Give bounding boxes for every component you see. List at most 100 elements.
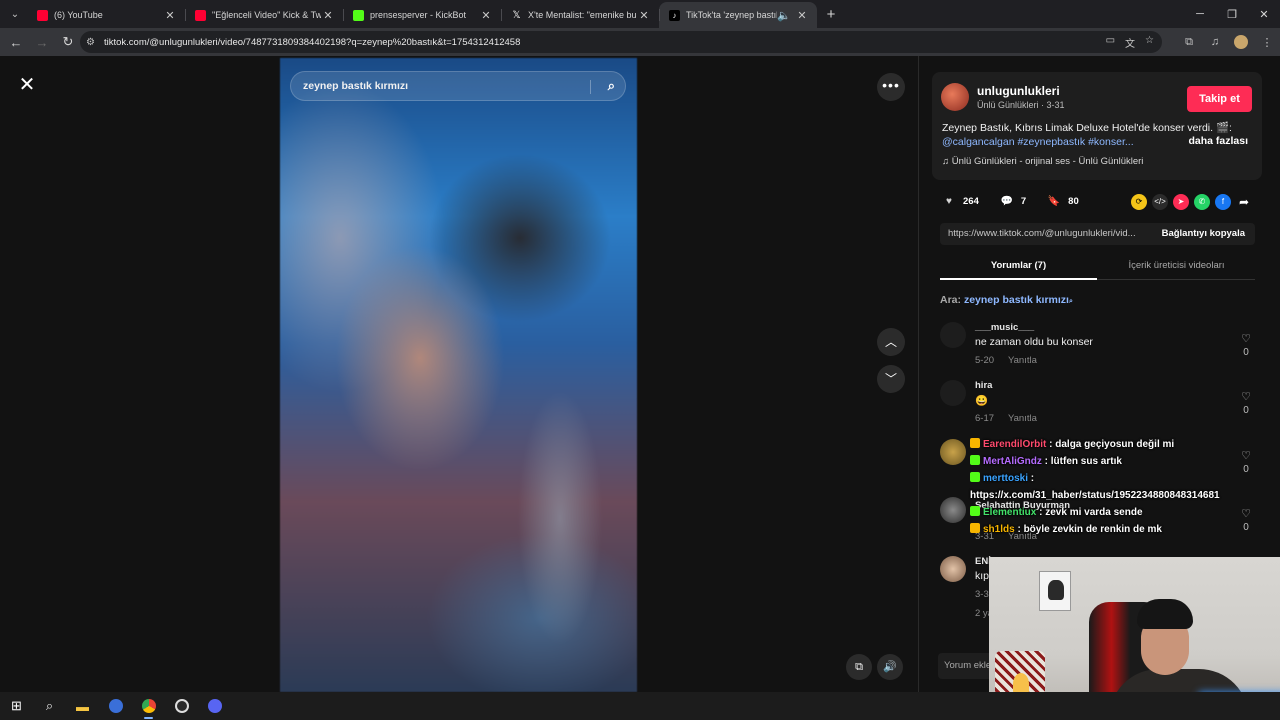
comment-text: kıp xyxy=(975,570,990,582)
kickbot-icon xyxy=(353,9,364,21)
extensions-icon[interactable]: ⧉ xyxy=(1176,28,1202,56)
author-card: unlugunlukleri Ünlü Günlükleri · 3-31 Ta… xyxy=(932,72,1262,180)
tab-creator-videos[interactable]: İçerik üreticisi videoları xyxy=(1098,260,1255,271)
close-tab-icon[interactable]: ✕ xyxy=(479,9,493,22)
streamer xyxy=(1109,599,1249,720)
comment-like[interactable]: ♡ 0 xyxy=(1237,390,1255,416)
new-tab-button[interactable]: + xyxy=(821,6,841,23)
heart-icon[interactable]: ♥ xyxy=(941,193,957,209)
volume-icon[interactable]: 🔊 xyxy=(877,654,903,680)
share-icon[interactable]: ➦ xyxy=(1236,194,1252,210)
close-tab-icon[interactable]: ✕ xyxy=(795,9,809,22)
repost-icon[interactable]: ⟳ xyxy=(1131,194,1147,210)
heart-icon: ♡ xyxy=(1241,333,1251,345)
url-text: tiktok.com/@unlugunlukleri/video/7487731… xyxy=(104,36,521,48)
previous-video-button[interactable]: ︿ xyxy=(877,328,905,356)
reply-button[interactable]: Yanıtla xyxy=(1008,413,1037,424)
tab-title: X'te Mentalist: "emenike bu ne xyxy=(528,10,637,20)
reload-icon[interactable]: ↻ xyxy=(56,30,80,54)
close-icon[interactable]: ✕ xyxy=(16,74,38,96)
browser-tab[interactable]: (6) YouTube ✕ xyxy=(27,2,185,28)
app-icon[interactable] xyxy=(99,692,132,720)
send-icon[interactable]: ➤ xyxy=(1173,194,1189,210)
search-hint-prefix: Ara: xyxy=(940,294,962,306)
comment-count: 7 xyxy=(1020,195,1027,207)
avatar[interactable] xyxy=(940,380,966,406)
youtube-icon xyxy=(37,9,48,21)
reply-button[interactable]: Yanıtla xyxy=(1008,355,1037,366)
x-icon: 𝕏 xyxy=(512,9,521,21)
restore-icon[interactable]: ❐ xyxy=(1216,0,1248,28)
video-player[interactable] xyxy=(280,58,637,692)
comment-like-count: 0 xyxy=(1243,464,1249,475)
more-link[interactable]: daha fazlası xyxy=(1188,135,1248,147)
search-hint[interactable]: Ara: zeynep bastık kırmızı⌕ xyxy=(940,294,1073,306)
browser-tab-active[interactable]: ♪ TikTok'ta 'zeynep bastık' bu 🔈 ✕ xyxy=(659,2,817,28)
translate-icon[interactable]: 文 xyxy=(1125,35,1135,50)
tab-title: prensesperver - KickBot xyxy=(370,10,467,20)
embed-icon[interactable]: </> xyxy=(1152,194,1168,210)
author-name[interactable]: unlugunlukleri xyxy=(977,84,1060,98)
description-tags[interactable]: @calgancalgan #zeynepbastık #konser... xyxy=(942,136,1134,148)
avatar[interactable] xyxy=(940,322,966,348)
search-icon: ⌕ xyxy=(1068,298,1073,305)
browser-tab-strip: ⌄ (6) YouTube ✕ "Eğlenceli Video" Kick &… xyxy=(0,0,1280,28)
comment-icon[interactable]: 💬 xyxy=(999,193,1015,209)
cast-icon[interactable]: ▭ xyxy=(1106,35,1115,50)
next-video-button[interactable]: ﹀ xyxy=(877,365,905,393)
comment-like[interactable]: ♡ 0 xyxy=(1237,507,1255,533)
search-icon[interactable]: ⌕ xyxy=(33,692,66,720)
more-options-button[interactable]: ••• xyxy=(877,73,905,101)
file-explorer-icon[interactable]: ▬ xyxy=(66,692,99,720)
comment-user[interactable]: hira xyxy=(975,380,992,391)
comment-like[interactable]: ♡ 0 xyxy=(1237,449,1255,475)
share-link-box[interactable]: https://www.tiktok.com/@unlugunlukleri/v… xyxy=(940,223,1255,245)
tab-title: TikTok'ta 'zeynep bastık' bu xyxy=(686,10,777,20)
comment-like[interactable]: ♡ 0 xyxy=(1237,332,1255,358)
comment-date: 5-20 xyxy=(975,355,995,366)
chrome-icon[interactable] xyxy=(132,692,165,720)
audio-icon[interactable]: 🔈 xyxy=(777,9,791,22)
site-info-icon[interactable]: ⚙ xyxy=(86,37,104,48)
browser-tab[interactable]: 𝕏 X'te Mentalist: "emenike bu ne ✕ xyxy=(501,2,659,28)
pip-icon[interactable]: ⧉ xyxy=(846,654,872,680)
obs-icon[interactable] xyxy=(165,692,198,720)
facebook-icon[interactable]: f xyxy=(1215,194,1231,210)
forward-icon[interactable]: → xyxy=(30,30,54,54)
whatsapp-icon[interactable]: ✆ xyxy=(1194,194,1210,210)
avatar[interactable] xyxy=(941,83,969,111)
music-link[interactable]: ♫ Ünlü Günlükleri - orijinal ses - Ünlü … xyxy=(942,156,1143,167)
author-subtitle: Ünlü Günlükleri · 3-31 xyxy=(977,100,1065,110)
close-window-icon[interactable]: ✕ xyxy=(1248,0,1280,28)
search-input[interactable]: zeynep bastık kırmızı ⌕ xyxy=(290,71,626,101)
media-control-icon[interactable]: ♫ xyxy=(1202,28,1228,56)
chat-message: : dalga geçiyosun değil mi xyxy=(1049,439,1175,450)
comment-user[interactable]: ___music___ xyxy=(975,322,1034,333)
copy-link-button[interactable]: Bağlantıyı kopyala xyxy=(1162,223,1245,245)
tab-comments[interactable]: Yorumlar (7) xyxy=(940,260,1097,280)
profile-avatar[interactable] xyxy=(1234,35,1248,49)
chat-line: https://x.com/31_haber/status/1952234880… xyxy=(970,487,1230,504)
windows-start-icon[interactable]: ⊞ xyxy=(0,692,33,720)
close-tab-icon[interactable]: ✕ xyxy=(637,9,651,22)
avatar[interactable] xyxy=(940,556,966,582)
follow-button[interactable]: Takip et xyxy=(1187,86,1252,112)
back-icon[interactable]: ← xyxy=(4,30,28,54)
discord-icon[interactable] xyxy=(198,692,231,720)
address-bar[interactable]: ⚙ tiktok.com/@unlugunlukleri/video/74877… xyxy=(80,31,1162,53)
avatar[interactable] xyxy=(940,497,966,523)
bookmark-icon[interactable]: 🔖 xyxy=(1046,193,1062,209)
browser-tab[interactable]: "Eğlenceli Video" Kick & Twitch ✕ xyxy=(185,2,343,28)
browser-tab[interactable]: prensesperver - KickBot ✕ xyxy=(343,2,501,28)
tab-search-icon[interactable]: ⌄ xyxy=(3,4,27,24)
avatar[interactable] xyxy=(940,439,966,465)
chat-line: EarendilOrbit : dalga geçiyosun değil mi xyxy=(970,436,1230,453)
chat-message: : lütfen sus artık xyxy=(1044,456,1122,467)
browser-menu-icon[interactable]: ⋮ xyxy=(1254,28,1280,56)
close-tab-icon[interactable]: ✕ xyxy=(163,9,177,22)
search-icon[interactable]: ⌕ xyxy=(608,78,615,94)
bookmark-star-icon[interactable]: ☆ xyxy=(1145,35,1154,50)
minimize-icon[interactable]: ─ xyxy=(1184,0,1216,28)
close-tab-icon[interactable]: ✕ xyxy=(321,9,335,22)
comment-like-count: 0 xyxy=(1243,405,1249,416)
